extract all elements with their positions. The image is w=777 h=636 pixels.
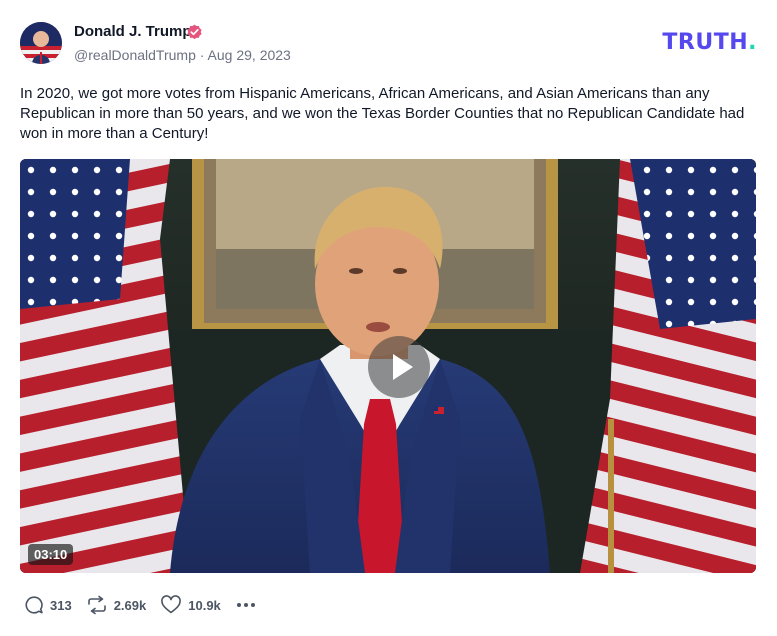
retruth-button[interactable]: 2.69k: [86, 595, 147, 615]
author-name[interactable]: Donald J. Trump: [74, 23, 192, 40]
post-text: In 2020, we got more votes from Hispanic…: [20, 85, 745, 142]
play-button[interactable]: [368, 336, 430, 398]
avatar[interactable]: [20, 22, 62, 64]
verified-badge-icon: [187, 24, 202, 40]
more-dots-icon: [236, 603, 255, 607]
post-actions: 313 2.69k 10.9k: [24, 594, 257, 616]
reply-button[interactable]: 313: [24, 595, 72, 615]
like-button[interactable]: 10.9k: [160, 595, 221, 615]
author-handle[interactable]: @realDonaldTrump: [74, 47, 196, 63]
truth-logo[interactable]: TRUTH.: [662, 30, 757, 55]
retruth-arrows-icon: [87, 595, 106, 615]
logo-text: TRUTH: [662, 30, 749, 55]
play-icon: [393, 354, 413, 380]
video-duration: 03:10: [28, 544, 74, 565]
more-options-button[interactable]: [235, 595, 257, 615]
like-count: 10.9k: [188, 597, 221, 613]
heart-icon: [161, 595, 182, 614]
video-player[interactable]: 03:10: [20, 159, 756, 573]
handle-date-line: @realDonaldTrump · Aug 29, 2023: [74, 47, 291, 63]
reply-count: 313: [50, 597, 72, 613]
reply-bubble-icon: [25, 596, 43, 614]
separator-dot: ·: [199, 47, 205, 63]
logo-dot: .: [748, 30, 757, 55]
retruth-count: 2.69k: [113, 597, 147, 613]
truth-post: Donald J. Trump @realDonaldTrump · Aug 2…: [0, 0, 777, 636]
post-date[interactable]: Aug 29, 2023: [208, 47, 291, 63]
